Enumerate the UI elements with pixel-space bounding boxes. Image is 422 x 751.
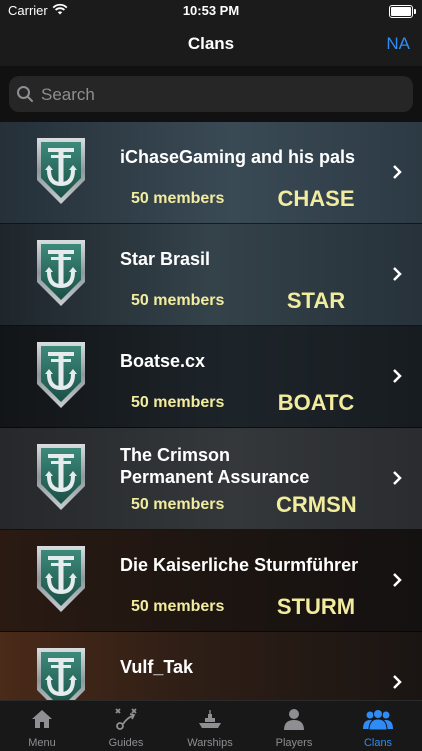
region-button[interactable]: NA <box>386 34 410 54</box>
clan-name: The Crimson Permanent Assurance <box>120 445 310 487</box>
chevron-right-icon <box>393 369 402 383</box>
clan-name: Vulf_Tak <box>120 657 194 677</box>
clan-name: Star Brasil <box>120 249 211 269</box>
tab-bar: Menu Guides Warships Players Clans <box>0 700 422 751</box>
clan-emblem-icon <box>33 238 89 308</box>
page-title: Clans <box>187 34 235 53</box>
clan-emblem-icon <box>33 646 89 700</box>
clan-emblem-icon <box>33 340 89 410</box>
navigation-bar: Clans NA <box>0 24 422 66</box>
clan-tag: STAR <box>286 288 346 313</box>
clan-row[interactable]: Die Kaiserliche Sturmführer 50 members S… <box>0 530 422 632</box>
clan-row[interactable]: The Crimson Permanent Assurance 50 membe… <box>0 428 422 530</box>
player-icon <box>284 709 304 730</box>
tab-players[interactable]: Players <box>252 701 336 751</box>
battery-icon <box>389 5 416 18</box>
clan-row[interactable]: Vulf_Tak <box>0 632 422 700</box>
clans-icon <box>363 709 393 731</box>
clan-row[interactable]: Star Brasil 50 members STAR <box>0 224 422 326</box>
tab-label: Players <box>275 737 313 749</box>
clan-emblem-icon <box>33 442 89 512</box>
clan-members: 50 members <box>131 190 225 207</box>
clan-row[interactable]: iChaseGaming and his pals 50 members CHA… <box>0 122 422 224</box>
tab-guides[interactable]: Guides <box>84 701 168 751</box>
clan-tag: CRMSN <box>276 492 357 517</box>
chevron-right-icon <box>393 471 402 485</box>
tab-label: Guides <box>108 737 144 749</box>
home-icon <box>32 710 52 728</box>
clan-name: Boatse.cx <box>120 351 206 371</box>
tab-label: Menu <box>28 737 56 749</box>
clan-tag: CHASE <box>277 186 355 211</box>
status-bar: Carrier 10:53 PM <box>0 0 422 24</box>
clan-tag: BOATC <box>277 390 355 415</box>
clan-name: iChaseGaming and his pals <box>120 147 356 167</box>
clan-list[interactable]: iChaseGaming and his pals 50 members CHA… <box>0 122 422 700</box>
chevron-right-icon <box>393 267 402 281</box>
search-bar <box>0 66 422 122</box>
playbook-icon <box>115 708 137 730</box>
tab-label: Warships <box>187 737 233 749</box>
clan-members: 50 members <box>131 598 225 615</box>
chevron-right-icon <box>393 675 402 689</box>
clan-row[interactable]: Boatse.cx 50 members BOATC <box>0 326 422 428</box>
tab-clans[interactable]: Clans <box>336 701 420 751</box>
tab-menu[interactable]: Menu <box>0 701 84 751</box>
search-input[interactable] <box>39 76 403 114</box>
clock: 10:53 PM <box>182 3 240 18</box>
clan-tag: STURM <box>276 594 356 619</box>
clan-emblem-icon <box>33 136 89 206</box>
search-icon <box>17 86 33 102</box>
tab-label: Clans <box>363 737 393 749</box>
clan-members: 50 members <box>131 292 225 309</box>
chevron-right-icon <box>393 165 402 179</box>
clan-emblem-icon <box>33 544 89 614</box>
tab-warships[interactable]: Warships <box>168 701 252 751</box>
search-field[interactable] <box>9 76 413 114</box>
clan-name: Die Kaiserliche Sturmführer <box>120 555 359 575</box>
clan-members: 50 members <box>131 394 225 411</box>
warship-icon <box>199 710 221 728</box>
chevron-right-icon <box>393 573 402 587</box>
clan-members: 50 members <box>131 496 225 513</box>
